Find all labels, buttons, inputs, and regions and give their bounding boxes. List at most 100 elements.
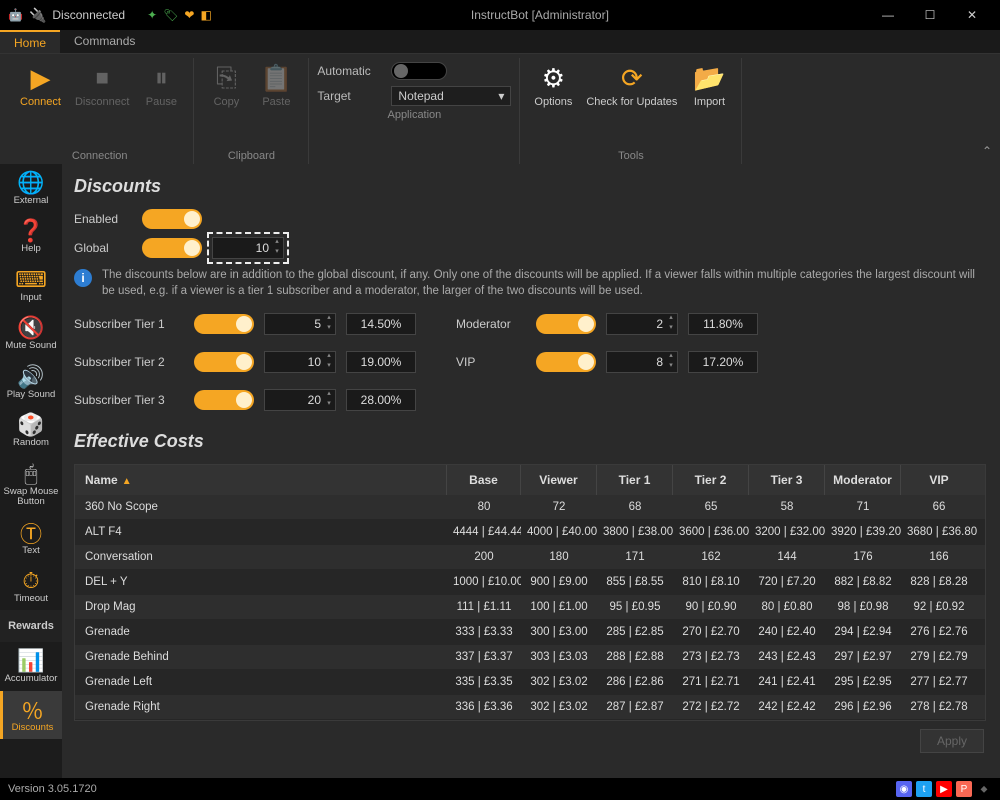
cell: 3600 | £36.00 (673, 520, 749, 544)
connect-button[interactable]: ▶ Connect (14, 58, 67, 112)
costs-title: Effective Costs (74, 431, 986, 452)
cell: 92 | £0.92 (901, 595, 977, 619)
apply-button[interactable]: Apply (920, 729, 984, 753)
connection-status-label: Disconnected (52, 8, 125, 22)
tab-home[interactable]: Home (0, 30, 60, 53)
table-row[interactable]: Grenade333 | £3.33300 | £3.00285 | £2.85… (75, 620, 985, 645)
content-area: Discounts Enabled Global 10▴▾ i The disc… (62, 164, 1000, 778)
discount-info-text: The discounts below are in addition to t… (102, 267, 986, 299)
titlebar-icon-1[interactable]: ✦ (147, 8, 157, 22)
sub2-toggle[interactable] (194, 352, 254, 372)
maximize-button[interactable]: ☐ (910, 0, 950, 30)
percent-icon: ％ (21, 697, 43, 723)
table-row[interactable]: Grenade Behind337 | £3.37303 | £3.03288 … (75, 645, 985, 670)
cell: 240 | £2.40 (749, 620, 825, 644)
patreon-icon[interactable]: P (956, 781, 972, 797)
sidebar-item-play[interactable]: 🔊Play Sound (0, 358, 62, 406)
enabled-toggle[interactable] (142, 209, 202, 229)
col-base[interactable]: Base (447, 465, 521, 495)
sub3-input[interactable]: 20▴▾ (264, 389, 336, 411)
sub1-input[interactable]: 5▴▾ (264, 313, 336, 335)
titlebar-icon-2[interactable]: 🏷 (163, 8, 178, 22)
mod-toggle[interactable] (536, 314, 596, 334)
close-button[interactable]: ✕ (952, 0, 992, 30)
table-row[interactable]: 360 No Scope80726865587166 (75, 495, 985, 520)
cell: 337 | £3.37 (447, 645, 521, 669)
col-tier1[interactable]: Tier 1 (597, 465, 673, 495)
twitter-icon[interactable]: t (916, 781, 932, 797)
sidebar-item-external[interactable]: 🌐External (0, 164, 62, 212)
col-moderator[interactable]: Moderator (825, 465, 901, 495)
app-icon: 🤖 (8, 8, 23, 22)
timer-icon: ⏱ (22, 568, 39, 594)
youtube-icon[interactable]: ▶ (936, 781, 952, 797)
sidebar-item-mute[interactable]: 🔇Mute Sound (0, 309, 62, 357)
copy-button: ⎘ Copy (202, 58, 250, 112)
target-select[interactable]: Notepad ▾ (391, 86, 511, 106)
cell: 95 | £0.95 (597, 595, 673, 619)
vip-toggle[interactable] (536, 352, 596, 372)
tab-commands[interactable]: Commands (60, 30, 149, 53)
text-icon: Ⓣ (20, 520, 42, 546)
sidebar-item-swap[interactable]: 🖱Swap Mouse Button (0, 455, 62, 514)
global-input[interactable]: 10▴▾ (212, 237, 284, 259)
cell: 855 | £8.55 (597, 570, 673, 594)
sidebar-item-timeout[interactable]: ⏱Timeout (0, 562, 62, 610)
sidebar-item-random[interactable]: 🎲Random (0, 406, 62, 454)
sub2-input[interactable]: 10▴▾ (264, 351, 336, 373)
table-row[interactable]: DEL + Y1000 | £10.00900 | £9.00855 | £8.… (75, 570, 985, 595)
spin-down-icon[interactable]: ▾ (271, 248, 283, 258)
cell: ALT F4 (75, 520, 447, 544)
titlebar-icon-4[interactable]: ◧ (200, 8, 211, 22)
import-button[interactable]: 📂 Import (685, 58, 733, 112)
cell: 100 | £1.00 (521, 595, 597, 619)
sidebar-item-input[interactable]: ⌨Input (0, 261, 62, 309)
col-viewer[interactable]: Viewer (521, 465, 597, 495)
titlebar-icon-3[interactable]: ❤ (184, 8, 194, 22)
cell: 4444 | £44.44 (447, 520, 521, 544)
sidebar-item-help[interactable]: ❓Help (0, 212, 62, 260)
ribbon: ▶ Connect ⏹ Disconnect ⏸ Pause Connectio… (0, 54, 1000, 164)
options-button[interactable]: ⚙ Options (528, 58, 578, 112)
minimize-button[interactable]: — (868, 0, 908, 30)
automatic-toggle[interactable] (391, 62, 447, 80)
cell: 288 | £2.88 (597, 645, 673, 669)
col-tier2[interactable]: Tier 2 (673, 465, 749, 495)
cell: 720 | £7.20 (749, 570, 825, 594)
sidebar-item-text[interactable]: ⓉText (0, 514, 62, 562)
cell: 68 (597, 495, 673, 519)
table-body: 360 No Scope80726865587166ALT F44444 | £… (75, 495, 985, 720)
spin-up-icon[interactable]: ▴ (271, 238, 283, 248)
table-row[interactable]: Conversation200180171162144176166 (75, 545, 985, 570)
global-toggle[interactable] (142, 238, 202, 258)
play-icon: ▶ (30, 62, 50, 94)
group-connection-label: Connection (72, 147, 128, 164)
table-row[interactable]: Grenade Right336 | £3.36302 | £3.02287 |… (75, 695, 985, 720)
table-row[interactable]: Drop Mag111 | £1.11100 | £1.0095 | £0.95… (75, 595, 985, 620)
main-tabs: Home Commands (0, 30, 1000, 54)
discord-icon[interactable]: ◉ (896, 781, 912, 797)
table-row[interactable]: ALT F44444 | £44.444000 | £40.003800 | £… (75, 520, 985, 545)
cell: DEL + Y (75, 570, 447, 594)
table-row[interactable]: Grenade Left335 | £3.35302 | £3.02286 | … (75, 670, 985, 695)
cell: 72 (521, 495, 597, 519)
sub1-toggle[interactable] (194, 314, 254, 334)
vip-input[interactable]: 8▴▾ (606, 351, 678, 373)
cell: 4000 | £40.00 (521, 520, 597, 544)
sidebar-item-rewards[interactable]: Rewards (0, 610, 62, 642)
col-tier3[interactable]: Tier 3 (749, 465, 825, 495)
pause-icon: ⏸ (155, 62, 168, 94)
global-label: Global (74, 241, 132, 255)
sidebar-item-discounts[interactable]: ％Discounts (0, 691, 62, 739)
cell: 335 | £3.35 (447, 670, 521, 694)
check-updates-button[interactable]: ⟳ Check for Updates (580, 58, 683, 112)
col-name[interactable]: Name▲ (75, 465, 447, 495)
cell: 180 (521, 545, 597, 569)
mod-input[interactable]: 2▴▾ (606, 313, 678, 335)
col-vip[interactable]: VIP (901, 465, 977, 495)
refresh-icon: ⟳ (621, 62, 643, 94)
info-icon: i (74, 269, 92, 287)
sub3-toggle[interactable] (194, 390, 254, 410)
sidebar-item-accumulator[interactable]: 📊Accumulator (0, 642, 62, 690)
ribbon-collapse-button[interactable]: ⌃ (982, 144, 992, 158)
